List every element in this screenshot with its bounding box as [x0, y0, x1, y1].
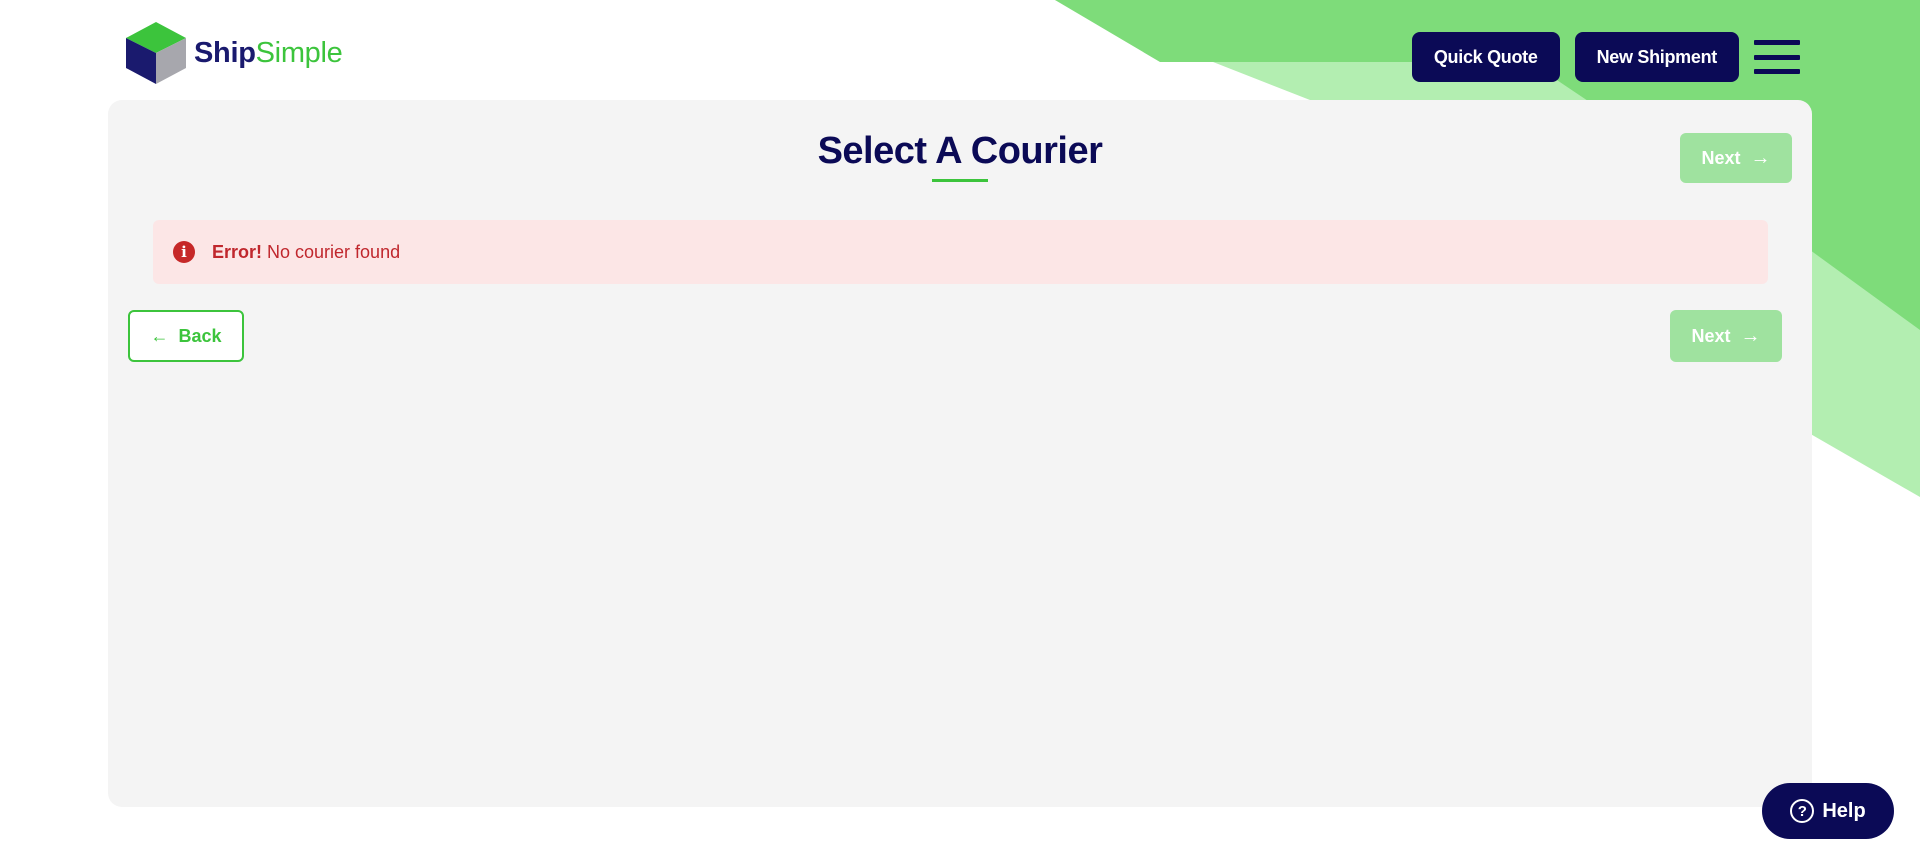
- alert-text: Error! No courier found: [212, 242, 400, 263]
- error-alert: i Error! No courier found: [153, 220, 1768, 284]
- question-circle-icon: ?: [1790, 799, 1815, 823]
- help-button[interactable]: ? Help: [1762, 783, 1894, 839]
- alert-strong: Error!: [212, 241, 263, 262]
- logo-wordmark: ShipSimple: [194, 36, 343, 70]
- logo-text-ship: Ship: [194, 36, 256, 69]
- page-title-wrapper: Select A Courier: [108, 130, 1812, 182]
- info-icon: i: [173, 241, 195, 263]
- hamburger-line: [1754, 69, 1800, 74]
- header-actions: Quick Quote New Shipment: [1411, 32, 1800, 82]
- next-button-label: Next: [1691, 325, 1731, 346]
- help-label: Help: [1822, 799, 1866, 822]
- quick-quote-button[interactable]: Quick Quote: [1411, 32, 1560, 82]
- hamburger-icon[interactable]: [1754, 40, 1800, 74]
- arrow-right-icon: →: [1750, 147, 1771, 169]
- arrow-left-icon: ←: [150, 325, 169, 346]
- arrow-right-icon: →: [1740, 325, 1761, 347]
- new-shipment-button[interactable]: New Shipment: [1574, 32, 1739, 82]
- title-underline: [932, 179, 988, 182]
- next-button-label: Next: [1701, 147, 1741, 168]
- next-button-top[interactable]: Next →: [1680, 133, 1792, 183]
- shipsimple-logo[interactable]: ShipSimple: [124, 20, 343, 86]
- back-button[interactable]: ← Back: [128, 310, 244, 362]
- page-title: Select A Courier: [817, 130, 1103, 172]
- cube-logo-icon: [126, 22, 186, 84]
- courier-selection-card: Select A Courier Next → i Error! No couri…: [108, 100, 1812, 807]
- next-button-bottom[interactable]: Next →: [1670, 310, 1782, 362]
- hamburger-line: [1754, 40, 1800, 45]
- logo-text-simple: Simple: [255, 36, 343, 69]
- hamburger-line: [1754, 54, 1800, 60]
- alert-message: No courier found: [267, 241, 401, 262]
- back-button-label: Back: [178, 325, 222, 346]
